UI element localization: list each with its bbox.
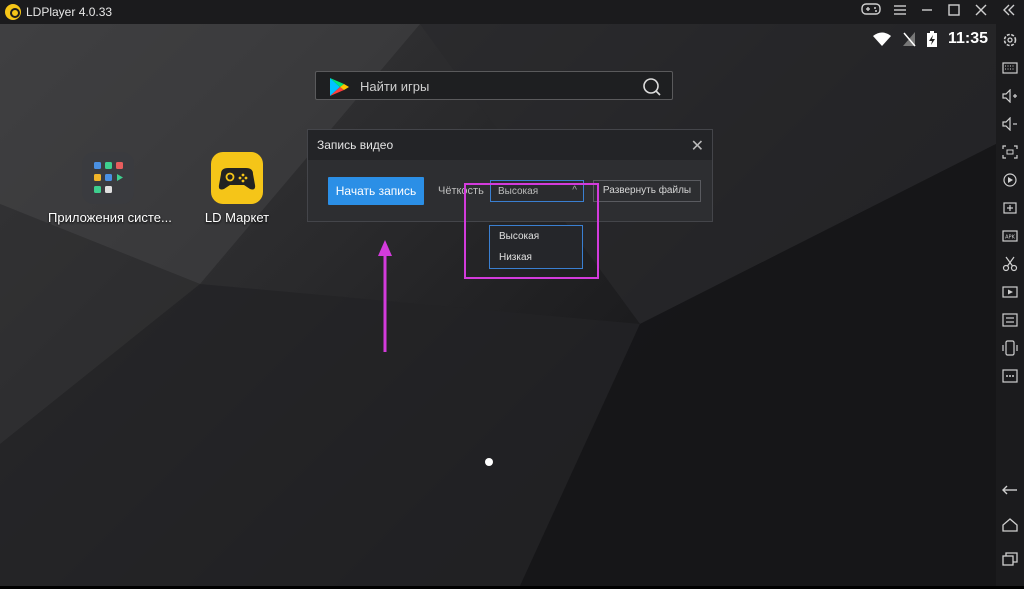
svg-text:APK: APK [1005, 235, 1015, 241]
recents-icon[interactable] [996, 548, 1024, 570]
status-bar: 11:35 [872, 28, 988, 50]
menu-icon[interactable] [889, 2, 911, 22]
volume-up-icon[interactable] [996, 85, 1024, 107]
sync-icon[interactable] [996, 309, 1024, 331]
back-icon[interactable] [996, 479, 1024, 501]
wifi-icon [872, 32, 891, 46]
app-label: LD Маркет [204, 210, 270, 225]
search-icon[interactable] [642, 77, 662, 97]
keyboard-icon[interactable] [996, 57, 1024, 79]
emulator-toolbar: APK [996, 24, 1024, 586]
wallpaper-graphic [0, 24, 996, 586]
annotation-highlight-box [464, 183, 599, 279]
title-bar: LDPlayer 4.0.33 [0, 0, 1024, 24]
no-signal-icon [902, 32, 916, 47]
scissors-icon[interactable] [996, 253, 1024, 275]
volume-down-icon[interactable] [996, 113, 1024, 135]
dialog-title: Запись видео [317, 138, 394, 152]
maximize-icon[interactable] [943, 2, 965, 22]
apk-icon[interactable]: APK [996, 225, 1024, 247]
app-label: Приложения систе... [48, 210, 172, 225]
play-store-icon [330, 78, 349, 96]
battery-charging-icon [926, 31, 937, 47]
video-icon[interactable] [996, 281, 1024, 303]
rotate-icon[interactable] [996, 337, 1024, 359]
app-system-apps[interactable]: Приложения систе... [48, 152, 172, 225]
minimize-icon[interactable] [916, 2, 938, 22]
gamepad-icon[interactable] [860, 2, 882, 22]
start-record-button[interactable]: Начать запись [328, 177, 424, 205]
status-time: 11:35 [947, 30, 988, 47]
settings-icon[interactable] [996, 29, 1024, 51]
ldplayer-logo-icon [5, 4, 21, 20]
system-apps-folder-icon [82, 152, 134, 204]
search-bar[interactable]: Найти игры [315, 71, 673, 100]
app-ld-market[interactable]: LD Маркет [177, 152, 297, 225]
add-apk-icon[interactable] [996, 197, 1024, 219]
dialog-header: Запись видео ✕ [308, 130, 712, 160]
more-icon[interactable] [996, 365, 1024, 387]
page-indicator-dot [485, 458, 493, 466]
dialog-close-icon[interactable]: ✕ [691, 136, 704, 156]
search-placeholder: Найти игры [360, 79, 430, 94]
expand-files-button[interactable]: Развернуть файлы [593, 180, 701, 202]
close-window-icon[interactable] [970, 2, 992, 22]
home-icon[interactable] [996, 514, 1024, 536]
record-icon[interactable] [996, 169, 1024, 191]
android-desktop: 11:35 Найти игры Приложения систе... LD … [0, 24, 996, 586]
ld-market-icon [211, 152, 263, 204]
screenshot-icon[interactable] [996, 141, 1024, 163]
collapse-sidebar-icon[interactable] [998, 2, 1020, 22]
annotation-arrow-icon [378, 240, 392, 352]
window-title: LDPlayer 4.0.33 [26, 5, 113, 19]
